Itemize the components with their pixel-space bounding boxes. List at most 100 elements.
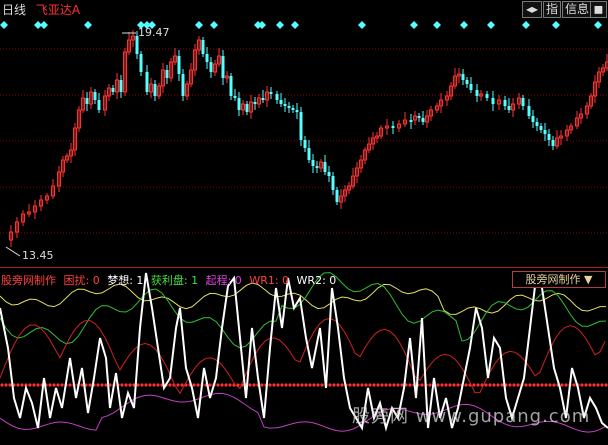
candle-body-down bbox=[206, 54, 209, 62]
candle-body-down bbox=[476, 90, 479, 96]
baseline-dot bbox=[364, 383, 367, 386]
candle-body-down bbox=[508, 106, 511, 110]
baseline-dot bbox=[544, 383, 547, 386]
candle-body-down bbox=[140, 54, 143, 72]
baseline-dot bbox=[380, 383, 383, 386]
baseline-dot bbox=[584, 383, 587, 386]
chart-header: 日线 飞亚达A bbox=[2, 1, 80, 18]
candle-body-down bbox=[548, 134, 551, 140]
baseline-dot bbox=[136, 383, 139, 386]
candle-body-down bbox=[94, 92, 97, 100]
toggle-icon[interactable]: ◂▸ bbox=[522, 1, 542, 18]
baseline-dot bbox=[592, 383, 595, 386]
candle-body-down bbox=[312, 160, 315, 166]
baseline-dot bbox=[452, 383, 455, 386]
baseline-dot bbox=[552, 383, 555, 386]
candle-body-down bbox=[86, 98, 89, 104]
candle-body-down bbox=[120, 80, 123, 92]
candle-body-down bbox=[112, 88, 115, 92]
baseline-dot bbox=[308, 383, 311, 386]
candle-body-down bbox=[522, 98, 525, 106]
signal-diamond bbox=[460, 21, 468, 29]
signal-diamond bbox=[410, 21, 418, 29]
info-button[interactable]: 信息 bbox=[562, 1, 592, 18]
candle-body-down bbox=[304, 140, 307, 148]
candle-body-down bbox=[296, 110, 299, 112]
indicator-kunrao: 困扰: 0 bbox=[64, 274, 100, 287]
baseline-dot bbox=[548, 383, 551, 386]
baseline-dot bbox=[156, 383, 159, 386]
period-label: 日线 bbox=[2, 3, 26, 17]
baseline-dot bbox=[516, 383, 519, 386]
baseline-dot bbox=[176, 383, 179, 386]
indicator-mengxiang: 梦想: 1 bbox=[107, 274, 143, 287]
baseline-dot bbox=[228, 383, 231, 386]
baseline-dot bbox=[444, 383, 447, 386]
candle-body-down bbox=[470, 84, 473, 90]
baseline-dot bbox=[532, 383, 535, 386]
baseline-dot bbox=[464, 383, 467, 386]
baseline-dot bbox=[564, 383, 567, 386]
indicator-huolipan: 获利盘: 1 bbox=[151, 274, 198, 287]
baseline-dot bbox=[436, 383, 439, 386]
baseline-dot bbox=[296, 383, 299, 386]
baseline-dot bbox=[124, 383, 127, 386]
baseline-dot bbox=[192, 383, 195, 386]
baseline-dot bbox=[272, 383, 275, 386]
baseline-dot bbox=[528, 383, 531, 386]
baseline-dot bbox=[580, 383, 583, 386]
candle-body-down bbox=[552, 140, 555, 146]
baseline-dot bbox=[328, 383, 331, 386]
baseline-dot bbox=[304, 383, 307, 386]
candle-body-down bbox=[410, 120, 413, 122]
price-chart-panel bbox=[0, 0, 608, 268]
baseline-dot bbox=[316, 383, 319, 386]
candle-body-down bbox=[292, 108, 295, 110]
baseline-dot bbox=[196, 383, 199, 386]
baseline-dot bbox=[140, 383, 143, 386]
baseline-dot bbox=[540, 383, 543, 386]
baseline-dot bbox=[476, 383, 479, 386]
candle-body-down bbox=[422, 118, 425, 122]
baseline-dot bbox=[496, 383, 499, 386]
baseline-dot bbox=[400, 383, 403, 386]
baseline-dot bbox=[600, 383, 603, 386]
candle-body-down bbox=[540, 126, 543, 130]
baseline-dot bbox=[276, 383, 279, 386]
candle-body-down bbox=[98, 100, 101, 110]
baseline-dot bbox=[224, 383, 227, 386]
baseline-dot bbox=[396, 383, 399, 386]
indicator-wr1: WR1: 0 bbox=[249, 274, 289, 287]
candle-body-down bbox=[324, 162, 327, 172]
candle-body-down bbox=[254, 102, 257, 104]
index-button[interactable]: 指 bbox=[543, 1, 561, 18]
baseline-dot bbox=[588, 383, 591, 386]
baseline-dot bbox=[248, 383, 251, 386]
baseline-dot bbox=[332, 383, 335, 386]
candle-body-down bbox=[486, 94, 489, 98]
window-icon[interactable]: ◼ bbox=[590, 1, 607, 18]
baseline-dot bbox=[408, 383, 411, 386]
baseline-dot bbox=[536, 383, 539, 386]
formula-dropdown-button[interactable]: 股旁网制作 ▼ bbox=[512, 271, 606, 288]
candlestick-chart bbox=[0, 0, 608, 268]
candle-body-down bbox=[300, 112, 303, 140]
baseline-dot bbox=[348, 383, 351, 386]
baseline-dot bbox=[68, 383, 71, 386]
baseline-dot bbox=[148, 383, 151, 386]
indicator-header: 股旁网制作 困扰: 0 梦想: 1 获利盘: 1 起程: 0 WR1: 0 WR… bbox=[1, 272, 340, 288]
candle-body-down bbox=[418, 116, 421, 118]
signal-diamond bbox=[84, 21, 92, 29]
baseline-dot bbox=[168, 383, 171, 386]
candle-body-down bbox=[532, 116, 535, 122]
baseline-dot bbox=[428, 383, 431, 386]
signal-diamond bbox=[552, 21, 560, 29]
candle-body-down bbox=[504, 100, 507, 106]
baseline-dot bbox=[56, 383, 59, 386]
baseline-dot bbox=[508, 383, 511, 386]
signal-diamond bbox=[291, 21, 299, 29]
candle-body-down bbox=[246, 104, 249, 112]
candle-body-down bbox=[146, 72, 149, 92]
low-marker-line bbox=[6, 247, 20, 256]
baseline-dot bbox=[20, 383, 23, 386]
